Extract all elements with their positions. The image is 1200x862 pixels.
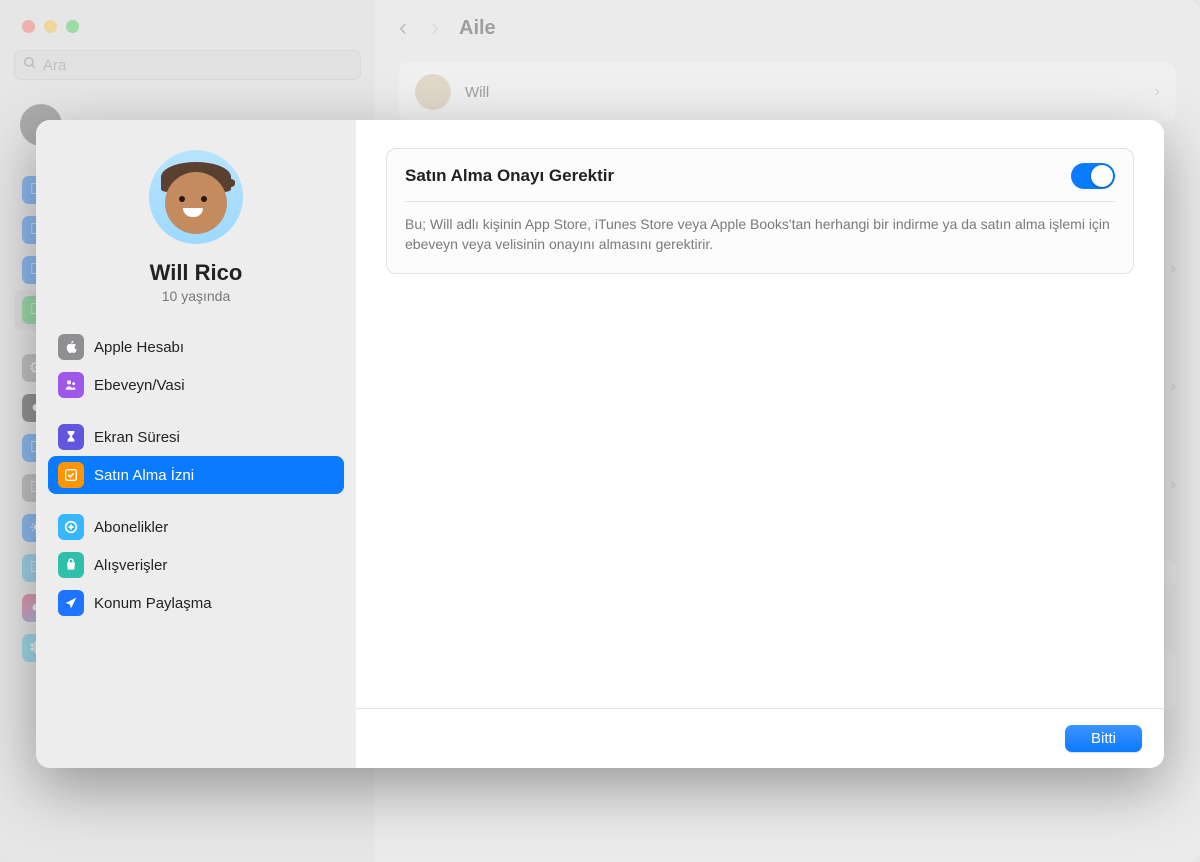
family-member-row[interactable]: Will › [399,62,1176,122]
sidebar-item-label: Apple Hesabı [94,339,184,356]
avatar [149,150,243,244]
require-approval-toggle[interactable] [1071,163,1115,189]
forward-icon: › [431,14,439,42]
maximize-window-icon[interactable] [66,20,79,33]
sidebar-item-screen-time[interactable]: Ekran Süresi [48,418,344,456]
bag-icon [58,552,84,578]
parent-header: ‹ › Aile [399,14,1176,42]
search-placeholder: Ara [43,57,66,74]
modal-nav-list: Apple Hesabı Ebeveyn/Vasi Ekran Süresi [36,318,356,632]
minimize-window-icon[interactable] [44,20,57,33]
back-icon[interactable]: ‹ [399,14,407,42]
profile-name: Will Rico [150,260,243,286]
avatar-icon [415,74,451,110]
sidebar-item-label: Ekran Süresi [94,429,180,446]
search-icon [23,56,37,74]
hourglass-icon [58,424,84,450]
chevron-right-icon: › [1155,83,1160,101]
content-area: Satın Alma Onayı Gerektir Bu; Will adlı … [356,120,1164,708]
done-button[interactable]: Bitti [1065,725,1142,752]
sidebar-item-ask-to-buy[interactable]: Satın Alma İzni [48,456,344,494]
sidebar-item-purchases[interactable]: Alışverişler [48,546,344,584]
sidebar-item-label: Alışverişler [94,557,167,574]
profile-age: 10 yaşında [162,288,231,304]
window-controls [22,20,79,33]
sidebar-item-apple-account[interactable]: Apple Hesabı [48,328,344,366]
member-name: Will [465,84,489,101]
memoji-icon [159,160,233,234]
family-icon [58,372,84,398]
sidebar-item-label: Ebeveyn/Vasi [94,377,185,394]
sidebar-item-label: Abonelikler [94,519,168,536]
profile-header: Will Rico 10 yaşında [36,150,356,318]
card-title: Satın Alma Onayı Gerektir [405,166,614,186]
close-window-icon[interactable] [22,20,35,33]
sidebar-item-label: Satın Alma İzni [94,467,194,484]
sidebar-item-parent-guardian[interactable]: Ebeveyn/Vasi [48,366,344,404]
checkbox-icon [58,462,84,488]
sidebar-item-label: Konum Paylaşma [94,595,212,612]
toggle-knob-icon [1091,165,1113,187]
apple-icon [58,334,84,360]
ask-to-buy-card: Satın Alma Onayı Gerektir Bu; Will adlı … [386,148,1134,274]
sidebar-item-location-sharing[interactable]: Konum Paylaşma [48,584,344,622]
sidebar-item-subscriptions[interactable]: Abonelikler [48,508,344,546]
location-arrow-icon [58,590,84,616]
modal-sidebar: Will Rico 10 yaşında Apple Hesabı Ebevey… [36,120,356,768]
card-description: Bu; Will adlı kişinin App Store, iTunes … [387,202,1133,273]
plus-circle-icon [58,514,84,540]
page-title: Aile [459,17,496,40]
family-member-modal: Will Rico 10 yaşında Apple Hesabı Ebevey… [36,120,1164,768]
modal-footer: Bitti [356,708,1164,768]
modal-main: Satın Alma Onayı Gerektir Bu; Will adlı … [356,120,1164,768]
search-input[interactable]: Ara [14,50,361,80]
